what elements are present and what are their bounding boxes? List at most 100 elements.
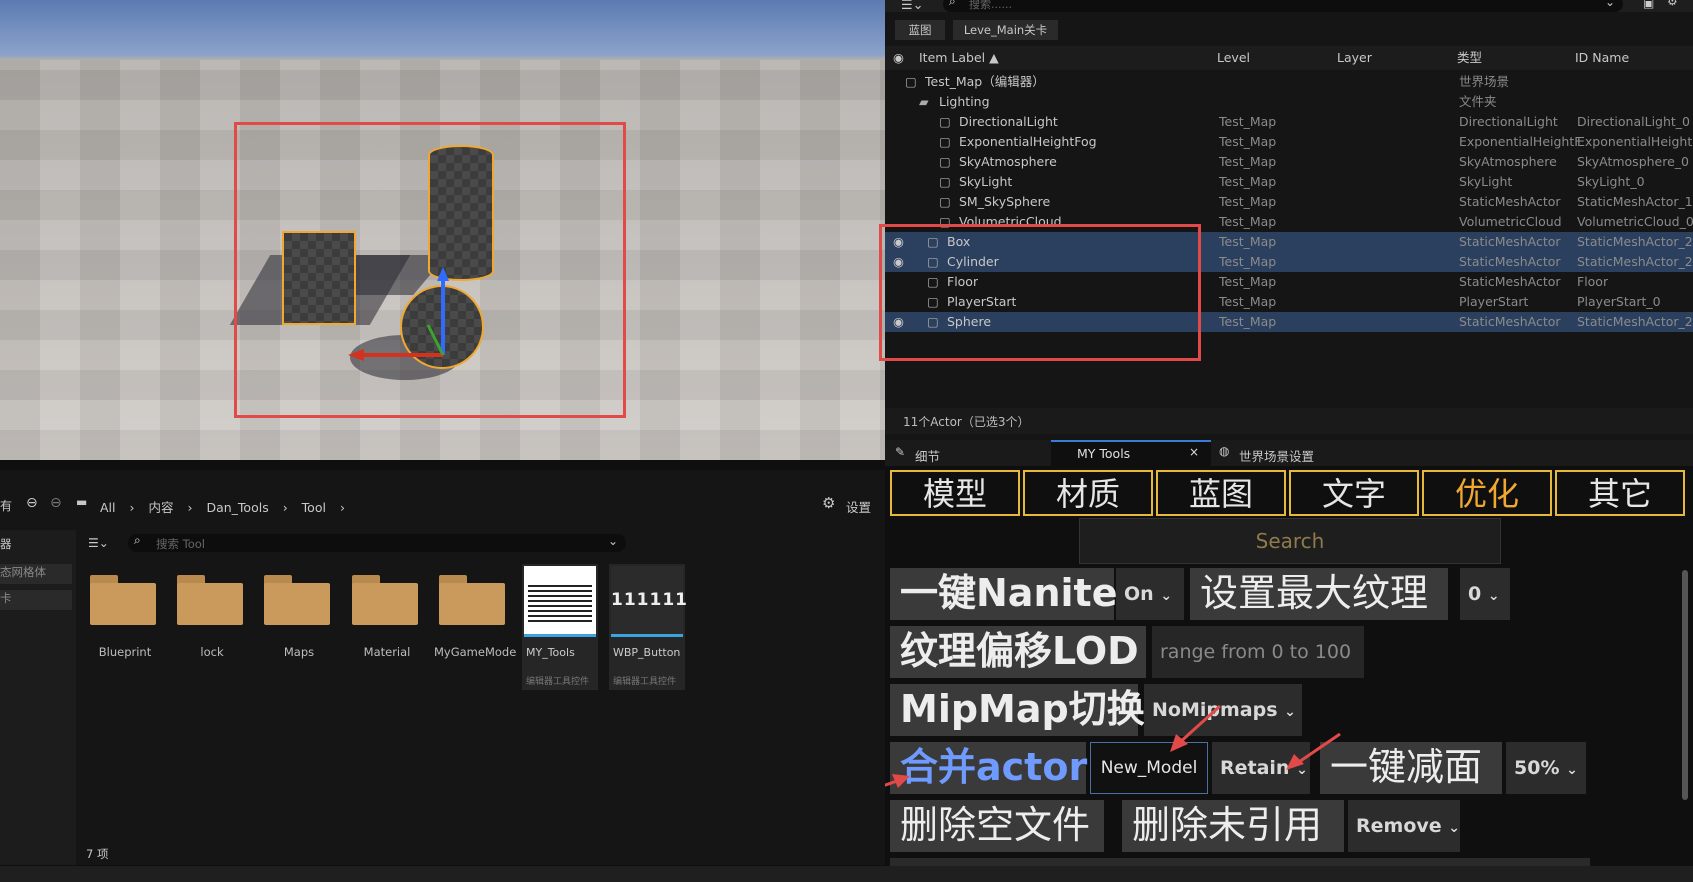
chevron-down-icon: ⌄ — [1160, 588, 1173, 604]
cb-toolbar: 有 ⊖ ⊖ ▬ All › 内容 › Dan_Tools › Tool › ⚙ … — [0, 492, 885, 518]
asset-wbp-button[interactable]: 111111 WBP_Button 编辑器工具控件 — [609, 564, 687, 690]
detail-tab-bar: ✎ 细节 MY Tools × ◍ 世界场景设置 — [885, 440, 1693, 466]
tab-details[interactable]: 细节 — [915, 446, 940, 465]
gear-icon[interactable]: ⚙ — [822, 494, 835, 512]
filter-icon[interactable]: ☰⌄ — [88, 536, 109, 550]
partial-row — [890, 858, 1590, 866]
row-type: StaticMeshActor — [1459, 314, 1561, 329]
col-layer[interactable]: Layer — [1337, 46, 1372, 70]
max-texture-dropdown[interactable]: 0 ⌄ — [1460, 568, 1510, 620]
row-level: Test_Map — [1219, 254, 1277, 269]
thumb-lines — [528, 582, 592, 622]
row-label: ExponentialHeightFog — [959, 134, 1097, 149]
chevron-down-icon[interactable]: ⌄ — [1605, 0, 1615, 9]
item-count: 7 项 — [86, 847, 109, 861]
tool-tab-text[interactable]: 文字 — [1289, 470, 1419, 516]
lod-range-input[interactable]: range from 0 to 100 — [1152, 626, 1364, 678]
breadcrumb-sep: › — [129, 500, 135, 515]
outliner-annotation-box — [879, 224, 1201, 361]
row-type: PlayerStart — [1459, 294, 1529, 309]
max-texture-button[interactable]: 设置最大纹理 — [1190, 568, 1448, 620]
gear-icon[interactable]: ⚙ — [1667, 0, 1678, 8]
dropdown-value: Remove — [1356, 815, 1442, 837]
outliner-row[interactable]: ▢ SM_SkySphere Test_Map StaticMeshActor Stat… — [885, 192, 1693, 212]
tool-tab-blueprint[interactable]: 蓝图 — [1156, 470, 1286, 516]
chevron-down-icon[interactable]: ⌄ — [608, 534, 618, 548]
row-type: SkyAtmosphere — [1459, 154, 1557, 169]
tool-tab-optimize[interactable]: 优化 — [1422, 470, 1552, 516]
reduce-percent-dropdown[interactable]: 50% ⌄ — [1506, 742, 1586, 794]
row-label: Lighting — [939, 94, 990, 109]
nanite-button[interactable]: 一键Nanite — [890, 568, 1118, 620]
tool-scrollbar[interactable] — [1682, 570, 1688, 800]
folder-material[interactable] — [352, 575, 418, 625]
actor-icon: ▢ — [939, 194, 951, 209]
tool-search-input[interactable]: Search — [1079, 518, 1501, 564]
filter-chip-level[interactable]: Leve_Main关卡 — [953, 20, 1058, 40]
visibility-eye-icon[interactable]: ◉ — [893, 46, 904, 70]
remove-dropdown[interactable]: Remove ⌄ — [1348, 800, 1460, 852]
asset-kind: 编辑器工具控件 — [613, 677, 677, 687]
row-id: VolumetricCloud_0 — [1577, 214, 1693, 229]
outliner-search-input[interactable]: ⌕ 搜索...... ⌄ — [943, 0, 1623, 12]
col-type[interactable]: 类型 — [1457, 46, 1482, 70]
asset-thumbnail: 111111 — [611, 566, 687, 637]
chevron-down-icon: ⌄ — [1448, 820, 1460, 836]
filter-icon[interactable]: ☰⌄ — [901, 0, 924, 13]
folder-lock[interactable] — [177, 575, 243, 625]
sidebar-item[interactable]: 卡 — [0, 590, 72, 610]
outliner-row[interactable]: ▢ ExponentialHeightFog Test_Map Exponential… — [885, 132, 1693, 152]
col-item-label[interactable]: Item Label ▲ — [919, 46, 999, 70]
outliner-status-bar: 11个Actor（已选3个） — [885, 408, 1693, 434]
tool-tab-model[interactable]: 模型 — [890, 470, 1020, 516]
breadcrumb-item[interactable]: Dan_Tools — [206, 500, 268, 515]
sidebar-item[interactable]: 态网格体 — [0, 564, 72, 584]
texture-lod-button[interactable]: 纹理偏移LOD — [890, 626, 1146, 678]
outliner-row[interactable]: ▰ Lighting 文件夹 — [885, 92, 1693, 112]
level-viewport[interactable] — [0, 0, 885, 460]
row-level: Test_Map — [1219, 274, 1277, 289]
row-id: StaticMeshActor_2 — [1577, 314, 1693, 329]
outliner-row[interactable]: ▢ Test_Map（编辑器） 世界场景 — [885, 72, 1693, 92]
row-id: SkyAtmosphere_0 — [1577, 154, 1689, 169]
folder-mygamemode[interactable] — [439, 575, 505, 625]
sidebar-item[interactable]: 器 — [0, 536, 72, 556]
tool-tab-other[interactable]: 其它 — [1555, 470, 1685, 516]
outliner-toolbar: ☰⌄ ⌕ 搜索...... ⌄ ▣ ⚙ — [885, 0, 1693, 13]
bottom-bar — [0, 866, 1693, 882]
dropdown-value: On — [1124, 583, 1154, 605]
tab-label: 优化 — [1454, 475, 1519, 513]
button-label: 一键Nanite — [900, 571, 1118, 615]
row-label: SM_SkySphere — [959, 194, 1051, 209]
folder-label: Material — [363, 645, 411, 659]
col-id-name[interactable]: ID Name — [1575, 46, 1629, 70]
viewport-annotation-box — [234, 122, 626, 418]
outliner-row[interactable]: ▢ SkyAtmosphere Test_Map SkyAtmosphere SkyAt… — [885, 152, 1693, 172]
breadcrumb-item[interactable]: 内容 — [148, 500, 173, 515]
row-type: StaticMeshActor — [1459, 234, 1561, 249]
forward-icon[interactable]: ⊖ — [50, 495, 62, 511]
row-id: ExponentialHeightF — [1577, 134, 1693, 149]
tool-tab-material[interactable]: 材质 — [1023, 470, 1153, 516]
outliner-row[interactable]: ▢ DirectionalLight Test_Map DirectionalLigh… — [885, 112, 1693, 132]
settings-button[interactable]: 设置 — [846, 497, 871, 516]
folder-maps[interactable] — [264, 575, 330, 625]
tab-label: 材质 — [1055, 475, 1120, 513]
sidebar-label: 器 — [0, 537, 12, 551]
tab-world-settings[interactable]: 世界场景设置 — [1239, 446, 1314, 465]
dropdown-value: 0 — [1468, 583, 1482, 605]
nanite-dropdown[interactable]: On ⌄ — [1116, 568, 1184, 620]
cb-search-input[interactable]: ⌕ 搜索 Tool ⌄ — [128, 533, 626, 552]
col-level[interactable]: Level — [1217, 46, 1250, 70]
add-actor-icon[interactable]: ▣ — [1643, 0, 1654, 10]
back-icon[interactable]: ⊖ — [26, 495, 38, 511]
close-icon[interactable]: × — [1189, 445, 1199, 459]
outliner-row[interactable]: ▢ SkyLight Test_Map SkyLight SkyLight_0 — [885, 172, 1693, 192]
folder-blueprint[interactable] — [90, 575, 156, 625]
asset-my-tools[interactable]: MY_Tools 编辑器工具控件 — [522, 564, 598, 690]
filter-chip-blueprint[interactable]: 蓝图 — [895, 20, 945, 40]
breadcrumb-item[interactable]: Tool — [302, 500, 326, 515]
tab-my-tools[interactable]: MY Tools × — [1051, 440, 1211, 466]
breadcrumb-item[interactable]: All — [100, 500, 116, 515]
row-label: SkyAtmosphere — [959, 154, 1057, 169]
